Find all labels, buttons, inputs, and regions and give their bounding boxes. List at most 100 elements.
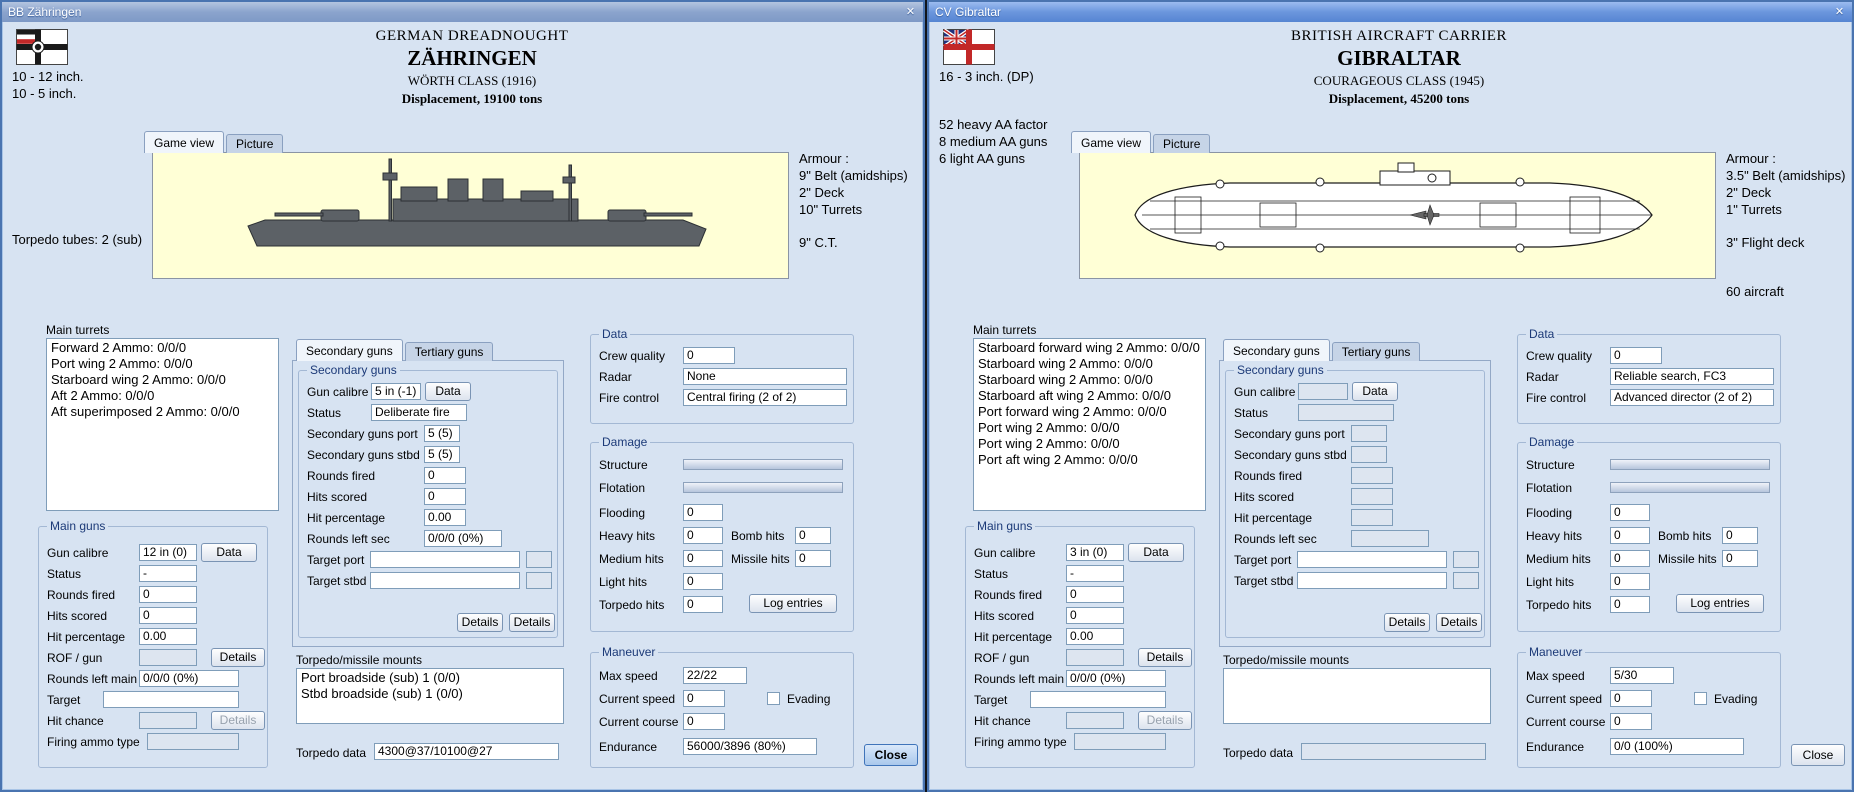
tab-picture[interactable]: Picture — [1153, 134, 1210, 153]
sec-status-field[interactable]: Deliberate fire — [371, 404, 467, 421]
torpedo-data-field[interactable]: 4300@37/10100@27 — [374, 743, 559, 760]
tab-game-view[interactable]: Game view — [144, 131, 224, 153]
log-entries-button[interactable]: Log entries — [749, 594, 837, 613]
close-icon[interactable]: ✕ — [1831, 4, 1848, 20]
sec-data-button[interactable]: Data — [1352, 382, 1398, 401]
endurance-field[interactable]: 56000/3896 (80%) — [683, 738, 817, 755]
tab-picture[interactable]: Picture — [226, 134, 283, 153]
endurance-field[interactable]: 0/0 (100%) — [1610, 738, 1744, 755]
target-field[interactable] — [1030, 691, 1166, 708]
sec-details-stbd-button[interactable]: Details — [1436, 613, 1482, 632]
tab-secondary-guns[interactable]: Secondary guns — [1223, 339, 1330, 361]
status-field[interactable]: - — [1066, 565, 1124, 582]
list-item[interactable]: Port wing 2 Ammo: 0/0/0 — [975, 436, 1204, 452]
missile-hits-field[interactable]: 0 — [1722, 550, 1758, 567]
list-item[interactable]: Starboard wing 2 Ammo: 0/0/0 — [975, 356, 1204, 372]
gun-data-button[interactable]: Data — [1128, 543, 1184, 562]
list-item[interactable]: Port aft wing 2 Ammo: 0/0/0 — [975, 452, 1204, 468]
current-course-field[interactable]: 0 — [683, 713, 725, 730]
list-item[interactable]: Stbd broadside (sub) 1 (0/0) — [298, 686, 562, 702]
sec-guns-stbd-field[interactable]: 5 (5) — [424, 446, 460, 463]
evading-checkbox[interactable] — [767, 692, 780, 705]
torpedo-hits-field[interactable]: 0 — [683, 596, 723, 613]
evading-checkbox[interactable] — [1694, 692, 1707, 705]
sec-rounds-fired-field[interactable]: 0 — [424, 467, 466, 484]
target-stbd-field[interactable] — [1297, 572, 1447, 589]
list-item[interactable]: Starboard forward wing 2 Ammo: 0/0/0 — [975, 340, 1204, 356]
heavy-hits-field[interactable]: 0 — [1610, 527, 1650, 544]
light-hits-field[interactable]: 0 — [683, 573, 723, 590]
gun-calibre-field[interactable]: 3 in (0) — [1066, 544, 1124, 561]
tab-game-view[interactable]: Game view — [1071, 131, 1151, 153]
sec-guns-port-field[interactable]: 5 (5) — [424, 425, 460, 442]
rounds-fired-field[interactable]: 0 — [1066, 586, 1124, 603]
rof-details-button[interactable]: Details — [211, 648, 265, 667]
sec-details-port-button[interactable]: Details — [1384, 613, 1430, 632]
radar-field[interactable]: None — [683, 368, 847, 385]
current-speed-field[interactable]: 0 — [683, 690, 725, 707]
rounds-left-main-field[interactable]: 0/0/0 (0%) — [1066, 670, 1166, 687]
log-entries-button[interactable]: Log entries — [1676, 594, 1764, 613]
sec-details-port-button[interactable]: Details — [457, 613, 503, 632]
list-item[interactable]: Forward 2 Ammo: 0/0/0 — [48, 340, 277, 356]
hits-scored-field[interactable]: 0 — [1066, 607, 1124, 624]
light-hits-field[interactable]: 0 — [1610, 573, 1650, 590]
list-item[interactable]: Port wing 2 Ammo: 0/0/0 — [48, 356, 277, 372]
status-field[interactable]: - — [139, 565, 197, 582]
list-item[interactable]: Port forward wing 2 Ammo: 0/0/0 — [975, 404, 1204, 420]
medium-hits-field[interactable]: 0 — [683, 550, 723, 567]
target-port-field[interactable] — [370, 551, 520, 568]
sec-details-stbd-button[interactable]: Details — [509, 613, 555, 632]
hits-scored-field[interactable]: 0 — [139, 607, 197, 624]
bomb-hits-field[interactable]: 0 — [795, 527, 831, 544]
flooding-field[interactable]: 0 — [683, 504, 723, 521]
sec-gun-calibre-field[interactable]: 5 in (-1) — [371, 383, 421, 400]
sec-hit-percentage-field[interactable]: 0.00 — [424, 509, 466, 526]
window-titlebar[interactable]: CV Gibraltar ✕ — [929, 2, 1852, 22]
list-item[interactable]: Starboard wing 2 Ammo: 0/0/0 — [48, 372, 277, 388]
list-item[interactable]: Starboard aft wing 2 Ammo: 0/0/0 — [975, 388, 1204, 404]
rounds-fired-field[interactable]: 0 — [139, 586, 197, 603]
main-turrets-listbox[interactable]: Forward 2 Ammo: 0/0/0Port wing 2 Ammo: 0… — [46, 338, 279, 511]
medium-hits-field[interactable]: 0 — [1610, 550, 1650, 567]
bomb-hits-field[interactable]: 0 — [1722, 527, 1758, 544]
list-item[interactable]: Port wing 2 Ammo: 0/0/0 — [975, 420, 1204, 436]
rounds-left-main-field[interactable]: 0/0/0 (0%) — [139, 670, 239, 687]
current-speed-field[interactable]: 0 — [1610, 690, 1652, 707]
missile-hits-field[interactable]: 0 — [795, 550, 831, 567]
list-item[interactable]: Aft superimposed 2 Ammo: 0/0/0 — [48, 404, 277, 420]
target-field[interactable] — [103, 691, 239, 708]
target-stbd-field[interactable] — [370, 572, 520, 589]
fire-control-field[interactable]: Advanced director (2 of 2) — [1610, 389, 1774, 406]
crew-quality-field[interactable]: 0 — [683, 347, 735, 364]
hit-percentage-field[interactable]: 0.00 — [1066, 628, 1124, 645]
crew-quality-field[interactable]: 0 — [1610, 347, 1662, 364]
tab-tertiary-guns[interactable]: Tertiary guns — [1332, 342, 1421, 361]
max-speed-field[interactable]: 5/30 — [1610, 667, 1674, 684]
sec-hits-scored-field[interactable]: 0 — [424, 488, 466, 505]
current-course-field[interactable]: 0 — [1610, 713, 1652, 730]
close-icon[interactable]: ✕ — [902, 4, 919, 20]
sec-rounds-left-field[interactable]: 0/0/0 (0%) — [424, 530, 502, 547]
heavy-hits-field[interactable]: 0 — [683, 527, 723, 544]
tab-secondary-guns[interactable]: Secondary guns — [296, 339, 403, 361]
torpedo-mounts-listbox[interactable] — [1223, 668, 1491, 724]
rof-details-button[interactable]: Details — [1138, 648, 1192, 667]
close-button[interactable]: Close — [1791, 744, 1845, 766]
fire-control-field[interactable]: Central firing (2 of 2) — [683, 389, 847, 406]
list-item[interactable]: Aft 2 Ammo: 0/0/0 — [48, 388, 277, 404]
max-speed-field[interactable]: 22/22 — [683, 667, 747, 684]
sec-data-button[interactable]: Data — [425, 382, 471, 401]
gun-calibre-field[interactable]: 12 in (0) — [139, 544, 197, 561]
tab-tertiary-guns[interactable]: Tertiary guns — [405, 342, 494, 361]
main-turrets-listbox[interactable]: Starboard forward wing 2 Ammo: 0/0/0Star… — [973, 338, 1206, 511]
flooding-field[interactable]: 0 — [1610, 504, 1650, 521]
close-button[interactable]: Close — [864, 744, 918, 766]
list-item[interactable]: Port broadside (sub) 1 (0/0) — [298, 670, 562, 686]
hit-percentage-field[interactable]: 0.00 — [139, 628, 197, 645]
window-titlebar[interactable]: BB Zähringen ✕ — [2, 2, 923, 22]
list-item[interactable]: Starboard wing 2 Ammo: 0/0/0 — [975, 372, 1204, 388]
torpedo-mounts-listbox[interactable]: Port broadside (sub) 1 (0/0)Stbd broadsi… — [296, 668, 564, 724]
radar-field[interactable]: Reliable search, FC3 — [1610, 368, 1774, 385]
target-port-field[interactable] — [1297, 551, 1447, 568]
